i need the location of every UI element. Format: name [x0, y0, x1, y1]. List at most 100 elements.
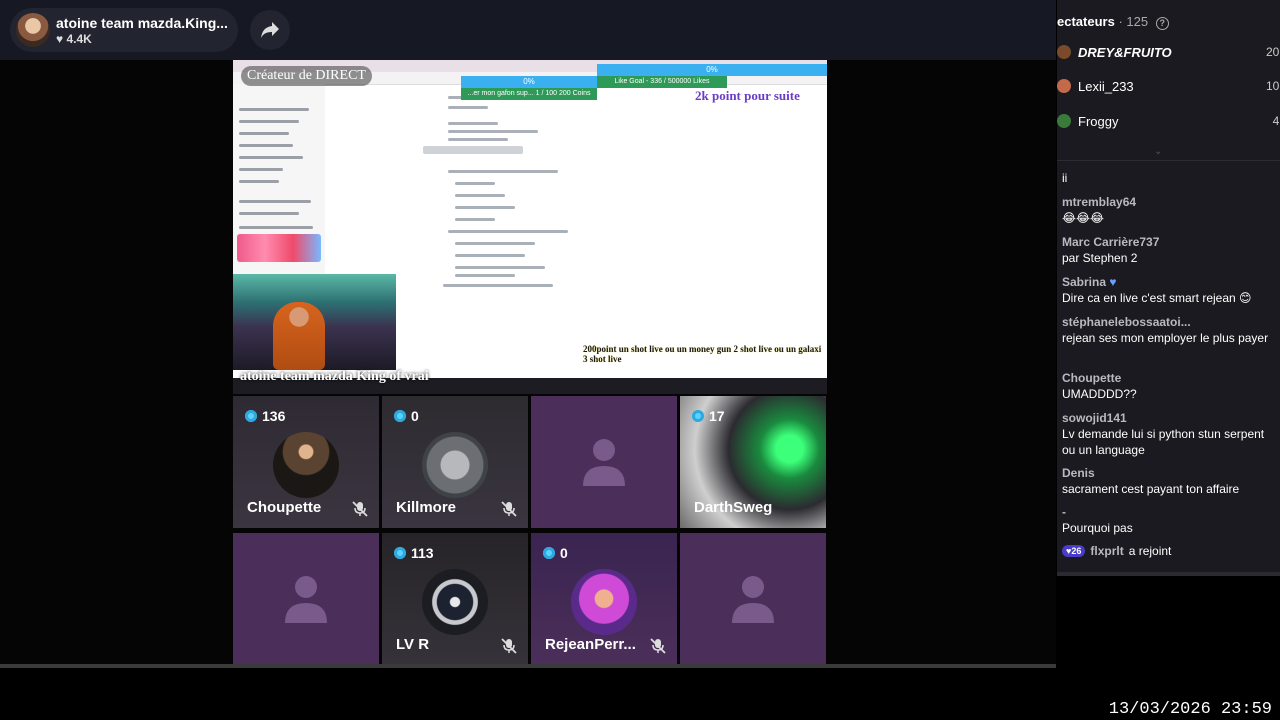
- divider: [1057, 160, 1280, 161]
- chat-message: - Pourquoi pas: [1062, 504, 1276, 536]
- host-likes-count: 4.4K: [66, 32, 92, 46]
- viewers-label: ectateurs: [1057, 14, 1115, 29]
- chat-message: Denis sacrament cest payant ton affaire: [1062, 465, 1276, 497]
- chat-text: Lv demande lui si python stun serpent ou…: [1062, 427, 1265, 457]
- host-likes: ♥ 4.4K: [56, 32, 92, 46]
- share-button[interactable]: [250, 10, 290, 50]
- empty-seat-tile[interactable]: [680, 533, 826, 665]
- join-user[interactable]: flxprlt: [1090, 544, 1123, 558]
- streamer-figure: [273, 302, 325, 370]
- viewer-name: DREY&FRUITO: [1078, 45, 1172, 60]
- streamer-webcam: [233, 274, 396, 370]
- chat-username[interactable]: sowojid141: [1062, 410, 1276, 426]
- host-name: atoine team mazda.King...: [56, 15, 228, 31]
- guest-tile-killmore[interactable]: 0 Killmore: [382, 396, 528, 528]
- chat-username[interactable]: mtremblay64: [1062, 194, 1276, 210]
- viewer-name: Froggy: [1078, 114, 1119, 129]
- top-bar: atoine team mazda.King... ♥ 4.4K: [0, 0, 1056, 60]
- guest-avatar: [422, 569, 488, 635]
- chat-username[interactable]: Sabrina ♥: [1062, 274, 1276, 290]
- viewer-score: 106: [1265, 79, 1280, 93]
- chat-message: Sabrina ♥ Dire ca en live c'est smart re…: [1062, 274, 1276, 306]
- viewers-count: 125: [1126, 14, 1149, 29]
- viewer-avatar: [1057, 114, 1071, 128]
- chat-message: Choupette UMADDDD??: [1062, 370, 1276, 402]
- host-avatar[interactable]: [16, 13, 50, 47]
- viewer-avatar: [1057, 79, 1071, 93]
- timestamp-overlay: 13/03/2026 23:59: [1108, 700, 1272, 719]
- guest-tile-darthsweg[interactable]: 17 DarthSweg: [680, 396, 826, 528]
- video-scrubber[interactable]: [0, 664, 1056, 668]
- guest-name: LV R: [396, 636, 430, 653]
- top-viewer-row[interactable]: DREY&FRUITO 206: [1057, 42, 1280, 62]
- share-arrow-icon: [261, 22, 279, 38]
- guest-name: Killmore: [396, 499, 457, 516]
- muted-mic-icon: [352, 501, 368, 517]
- chat-text: UMADDDD??: [1062, 387, 1137, 401]
- chat-text: Dire ca en live c'est smart rejean 😊: [1062, 291, 1252, 305]
- guest-coins-count: 0: [560, 545, 568, 561]
- chat-text: 😂😂😂: [1062, 211, 1105, 225]
- chat-panel: ectateurs · 125 ? DREY&FRUITO 206 Lexii_…: [1057, 0, 1280, 576]
- creator-badge: Créateur de DIRECT: [241, 66, 372, 86]
- guest-tile-choupette[interactable]: 136 Choupette: [233, 396, 379, 528]
- chat-bottom-edge: [1057, 572, 1280, 576]
- guest-coins: 113: [394, 545, 434, 561]
- muted-mic-icon: [501, 638, 517, 654]
- viewer-score: 45: [1272, 114, 1280, 128]
- heart-icon: ♥: [1109, 275, 1117, 289]
- muted-mic-icon: [650, 638, 666, 654]
- guest-tile-rejeanperr[interactable]: 0 RejeanPerr...: [531, 533, 677, 665]
- guest-coins-count: 17: [709, 408, 725, 424]
- chevron-down-icon[interactable]: ⌄: [1154, 146, 1162, 157]
- person-placeholder-icon: [732, 576, 774, 623]
- person-placeholder-icon: [583, 439, 625, 486]
- person-placeholder-icon: [285, 576, 327, 623]
- guest-coins: 136: [245, 408, 285, 424]
- chat-username[interactable]: -: [1062, 504, 1276, 520]
- chat-username[interactable]: Choupette: [1062, 370, 1276, 386]
- muted-mic-icon: [501, 501, 517, 517]
- guest-name: DarthSweg: [694, 499, 773, 516]
- top-viewer-row[interactable]: Lexii_233 106: [1057, 76, 1280, 96]
- like-goal-text: Like Goal - 336 / 500000 Likes: [597, 76, 727, 88]
- coin-icon: [543, 547, 555, 559]
- guest-coins: 17: [692, 408, 725, 424]
- guest-tile-lv-r[interactable]: 113 LV R: [382, 533, 528, 665]
- overlay-bottom-text: 200point un shot live ou un money gun 2 …: [583, 344, 822, 364]
- guest-avatar: [571, 569, 637, 635]
- chat-text: par Stephen 2: [1062, 251, 1138, 265]
- empty-seat-tile[interactable]: [531, 396, 677, 528]
- guest-coins: 0: [543, 545, 568, 561]
- top-viewer-row[interactable]: Froggy 45: [1057, 111, 1280, 131]
- overlay-top-text: 2k point pour suite: [695, 88, 800, 103]
- guest-coins-count: 136: [262, 408, 286, 424]
- viewer-name: Lexii_233: [1078, 79, 1134, 94]
- guest-coins-count: 113: [411, 545, 434, 561]
- chat-username[interactable]: Marc Carrière737: [1062, 234, 1276, 250]
- viewers-header[interactable]: ectateurs · 125 ?: [1057, 14, 1169, 30]
- viewer-avatar: [1057, 45, 1071, 59]
- coin-icon: [245, 410, 257, 422]
- host-profile-pill[interactable]: atoine team mazda.King... ♥ 4.4K: [10, 8, 238, 52]
- join-notice: ♥26 flxprlt a rejoint: [1062, 544, 1171, 558]
- guest-avatar: [422, 432, 488, 498]
- chat-message: mtremblay64 😂😂😂: [1062, 194, 1276, 226]
- chat-text: Pourquoi pas: [1062, 521, 1133, 535]
- empty-seat-tile[interactable]: [233, 533, 379, 665]
- chat-text: rejean ses mon employer le plus payer: [1062, 331, 1269, 345]
- coin-icon: [692, 410, 704, 422]
- chat-message: sowojid141 Lv demande lui si python stun…: [1062, 410, 1276, 458]
- document-sidebar: [233, 84, 325, 274]
- chat-username[interactable]: stéphanelebossaatoi...: [1062, 314, 1276, 330]
- guest-name: Choupette: [247, 499, 322, 516]
- chat-message: Marc Carrière737 par Stephen 2: [1062, 234, 1276, 266]
- like-goal-bar: 0%: [597, 64, 827, 76]
- viewer-score: 206: [1265, 45, 1280, 59]
- level-badge: ♥26: [1062, 545, 1086, 557]
- coin-icon: [394, 547, 406, 559]
- heart-icon: ♥: [56, 32, 64, 46]
- chat-username[interactable]: Denis: [1062, 465, 1276, 481]
- help-circle-icon[interactable]: ?: [1155, 17, 1169, 30]
- host-stream-view[interactable]: 0% ...er mon gafon sup... 1 / 100 200 Co…: [233, 60, 827, 394]
